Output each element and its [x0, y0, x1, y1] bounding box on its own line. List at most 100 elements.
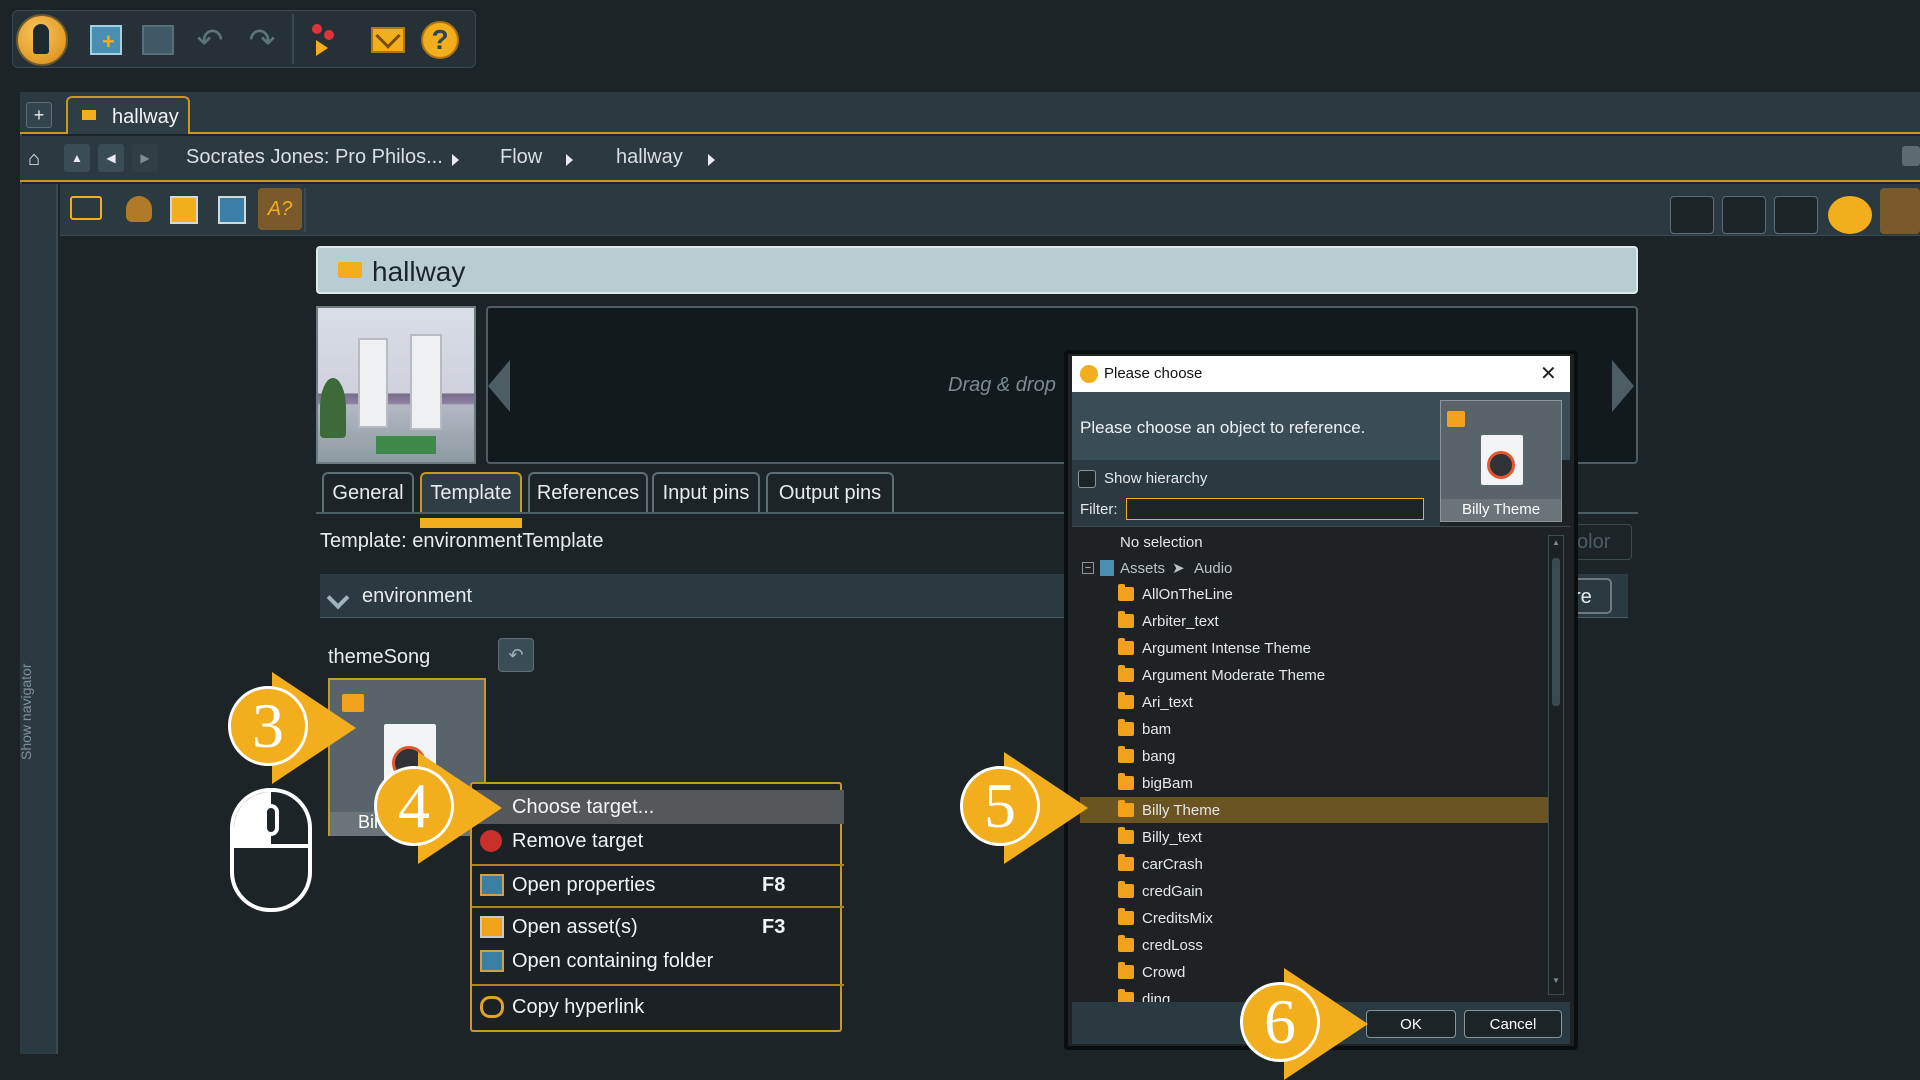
list-item[interactable]: Billy_text [1080, 824, 1550, 850]
context-menu: Choose target... Remove target Open prop… [470, 782, 844, 1032]
menu-remove-target[interactable]: Remove target [472, 824, 844, 858]
rss-icon[interactable] [1902, 146, 1920, 166]
cancel-button[interactable]: Cancel [1464, 1010, 1562, 1038]
preview-label: Billy Theme [1441, 499, 1561, 521]
asset-folder-icon [1118, 746, 1134, 763]
export-icon[interactable] [170, 196, 198, 224]
paint-icon[interactable] [126, 196, 152, 222]
list-item-no-selection[interactable]: No selection [1080, 529, 1550, 555]
properties-icon[interactable] [218, 196, 246, 224]
menu-open-containing-folder[interactable]: Open containing folder [472, 944, 844, 978]
list-item[interactable]: bang [1080, 743, 1550, 769]
list-item[interactable]: Argument Moderate Theme [1080, 662, 1550, 688]
filter-input[interactable] [1126, 498, 1424, 520]
list-item[interactable]: AllOnTheLine [1080, 581, 1550, 607]
asset-folder-icon [1118, 584, 1134, 601]
scroll-up-icon[interactable]: ▲ [1552, 538, 1560, 547]
list-item-label: ding [1142, 990, 1171, 1003]
step-4-badge: 4 [374, 766, 454, 846]
tab-label: hallway [112, 106, 179, 128]
scroll-down-icon[interactable]: ▼ [1552, 976, 1560, 985]
show-hierarchy-checkbox[interactable] [1078, 470, 1096, 488]
flow-view-icon[interactable] [70, 196, 102, 220]
tab-output-pins[interactable]: Output pins [766, 472, 894, 512]
undo-icon[interactable]: ↶ [188, 18, 232, 62]
asset-list[interactable]: No selection − Assets ➤ Audio AllOnTheLi… [1072, 526, 1570, 1002]
add-tab-button[interactable]: + [26, 102, 52, 128]
list-item[interactable]: CreditsMix [1080, 905, 1550, 931]
save-icon[interactable] [136, 18, 180, 62]
collapse-icon[interactable]: − [1082, 562, 1094, 574]
list-item[interactable]: carCrash [1080, 851, 1550, 877]
tab-input-pins[interactable]: Input pins [652, 472, 760, 512]
breadcrumb-arrow-icon [452, 154, 459, 166]
list-item[interactable]: Argument Intense Theme [1080, 635, 1550, 661]
list-scrollbar[interactable]: ▲ ▼ [1548, 535, 1564, 995]
grid-layout-icon[interactable] [1774, 196, 1818, 234]
new-document-icon[interactable]: + [84, 18, 128, 62]
list-item[interactable]: credLoss [1080, 932, 1550, 958]
mail-icon[interactable] [366, 18, 410, 62]
document-tab-hallway[interactable]: hallway [66, 96, 190, 134]
flag-icon [338, 262, 362, 278]
scroll-thumb[interactable] [1552, 558, 1560, 706]
menu-copy-hyperlink[interactable]: Copy hyperlink [472, 990, 844, 1024]
list-item[interactable]: Arbiter_text [1080, 608, 1550, 634]
show-navigator-label[interactable]: Show navigator [18, 560, 34, 760]
mouse-divider [234, 844, 308, 848]
close-icon[interactable]: ✕ [1540, 361, 1557, 386]
forward-button[interactable]: ▶ [132, 144, 158, 172]
pins-icon[interactable] [302, 18, 346, 62]
breadcrumb-item-flow[interactable]: Flow [500, 146, 542, 169]
menu-separator [472, 864, 844, 866]
menu-open-assets[interactable]: Open asset(s) F3 [472, 910, 844, 944]
tab-references[interactable]: References [528, 472, 648, 512]
tab-general[interactable]: General [322, 472, 414, 512]
list-item-label: Billy Theme [1142, 801, 1221, 819]
list-item[interactable]: Ari_text [1080, 689, 1550, 715]
menu-separator [472, 984, 844, 986]
template-label: Template: environmentTemplate [320, 530, 604, 552]
asset-folder-icon [1118, 881, 1134, 898]
redo-icon[interactable]: ↷ [240, 18, 284, 62]
menu-separator [472, 906, 844, 908]
tab-template[interactable]: Template [420, 472, 522, 512]
list-item-label: credGain [1142, 882, 1203, 900]
view-toolbar [60, 184, 1920, 236]
scroll-right-icon[interactable] [1612, 360, 1634, 412]
step-6-badge: 6 [1240, 982, 1320, 1062]
home-icon[interactable]: ⌂ [28, 148, 48, 170]
hallway-preview-image[interactable] [316, 306, 476, 464]
mouse-icon [230, 788, 312, 912]
menu-open-properties[interactable]: Open properties F8 [472, 868, 844, 902]
breadcrumb-arrow-icon [566, 154, 573, 166]
breadcrumb-item-hallway[interactable]: hallway [616, 146, 683, 169]
list-item-selected[interactable]: Billy Theme [1080, 797, 1550, 823]
back-button[interactable]: ◀ [98, 144, 124, 172]
ok-button[interactable]: OK [1366, 1010, 1456, 1038]
help-icon[interactable]: ? [418, 18, 462, 62]
path-assets[interactable]: Assets [1120, 560, 1165, 577]
scroll-left-icon[interactable] [488, 360, 510, 412]
toolbar-divider [304, 188, 306, 232]
play-icon [1487, 451, 1515, 479]
flow-layout-icon[interactable] [1670, 196, 1714, 234]
asset-icon [480, 916, 504, 938]
breadcrumb-item-project[interactable]: Socrates Jones: Pro Philos... [186, 146, 443, 169]
tree-path-row[interactable]: − Assets ➤ Audio [1080, 555, 1550, 581]
asset-folder-icon [1118, 692, 1134, 709]
reset-button[interactable]: ↶ [498, 638, 534, 672]
list-item[interactable]: credGain [1080, 878, 1550, 904]
asset-folder-icon [1118, 908, 1134, 925]
tools-icon[interactable] [1880, 188, 1920, 234]
up-button[interactable]: ▲ [64, 144, 90, 172]
list-item[interactable]: bigBam [1080, 770, 1550, 796]
spellcheck-icon[interactable]: A? [258, 188, 302, 230]
path-audio[interactable]: Audio [1194, 560, 1232, 577]
template-icon[interactable] [1828, 196, 1872, 234]
list-layout-icon[interactable] [1722, 196, 1766, 234]
object-title: hallway [372, 256, 466, 287]
list-item[interactable]: bam [1080, 716, 1550, 742]
menu-choose-target[interactable]: Choose target... [472, 790, 844, 824]
show-hierarchy-label: Show hierarchy [1104, 470, 1208, 487]
